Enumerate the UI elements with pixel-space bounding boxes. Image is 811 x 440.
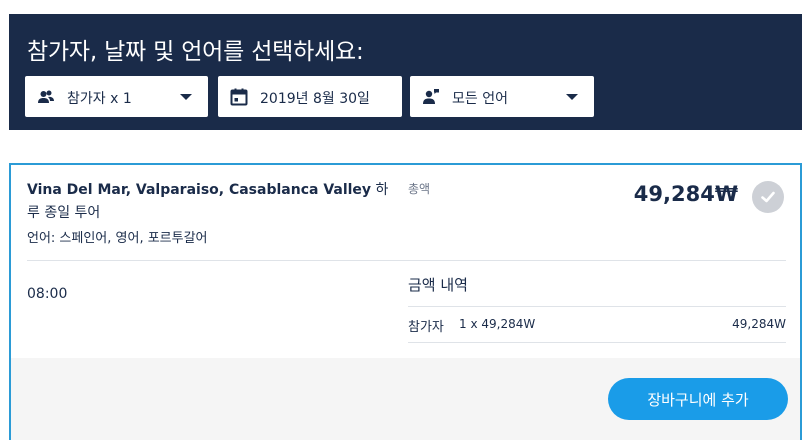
add-to-cart-button[interactable]: 장바구니에 추가 — [608, 378, 788, 420]
tour-option-card[interactable]: Vina Del Mar, Valparaiso, Casablanca Val… — [9, 163, 802, 440]
tour-option-title: Vina Del Mar, Valparaiso, Casablanca Val… — [27, 179, 397, 225]
breakdown-row-amount: 49,284W — [732, 317, 786, 331]
selection-header: 참가자, 날짜 및 언어를 선택하세요: 참가자 x 1 2019년 8월 30… — [9, 14, 802, 130]
language-value: 모든 언어 — [452, 91, 508, 107]
tour-title-latin: Vina Del Mar, Valparaiso, Casablanca Val… — [27, 182, 372, 198]
card-footer: 장바구니에 추가 — [11, 358, 800, 440]
date-value: 2019년 8월 30일 — [260, 91, 370, 107]
chevron-down-icon — [566, 94, 578, 100]
price-breakdown-title: 금액 내역 — [408, 276, 468, 294]
total-price: 49,284₩ — [633, 182, 738, 206]
checkmark-icon — [761, 191, 775, 203]
divider — [408, 342, 786, 343]
participants-dropdown[interactable]: 참가자 x 1 — [25, 76, 208, 117]
page-title: 참가자, 날짜 및 언어를 선택하세요: — [27, 39, 364, 65]
breakdown-row-calc: 1 x 49,284W — [459, 317, 536, 331]
people-icon — [37, 88, 55, 106]
tour-languages: 언어: 스페인어, 영어, 포르투갈어 — [27, 231, 208, 246]
total-label: 총액 — [408, 182, 431, 196]
chevron-down-icon — [180, 94, 192, 100]
start-time: 08:00 — [27, 286, 68, 302]
language-dropdown[interactable]: 모든 언어 — [410, 76, 594, 117]
breakdown-row-label: 참가자 — [408, 320, 444, 335]
participants-value: 참가자 x 1 — [67, 91, 132, 107]
calendar-icon — [230, 88, 248, 106]
select-option-check[interactable] — [752, 181, 784, 213]
divider — [408, 306, 786, 307]
date-picker[interactable]: 2019년 8월 30일 — [218, 76, 402, 117]
language-speaker-icon — [422, 88, 440, 106]
divider — [27, 260, 786, 261]
